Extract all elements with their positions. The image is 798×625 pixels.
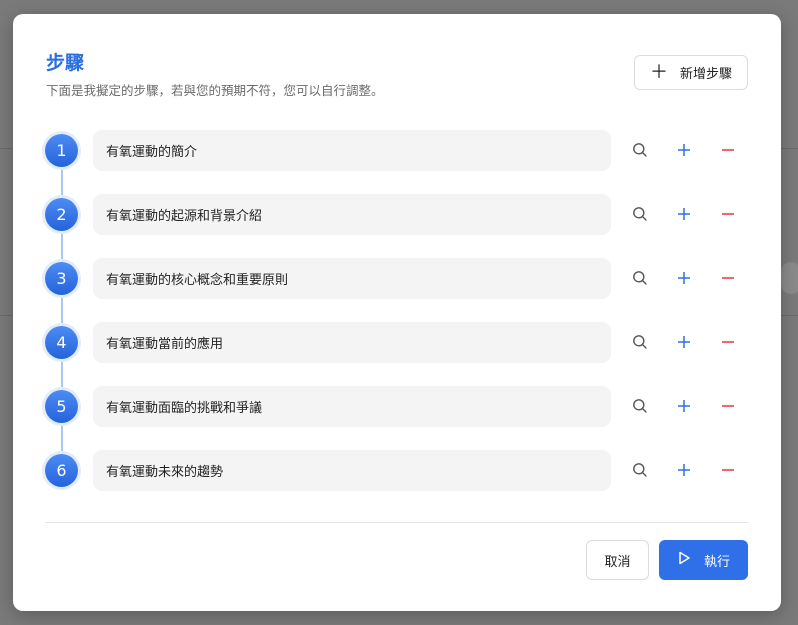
step-text: 有氧運動的核心概念和重要原則 [106, 273, 289, 288]
step-text: 有氧運動當前的應用 [106, 337, 224, 352]
search-icon[interactable] [629, 395, 651, 417]
minus-icon[interactable] [717, 203, 739, 225]
step-number: 6 [45, 454, 78, 487]
step-text-field[interactable]: 有氧運動未來的趨勢 [93, 450, 611, 491]
step-number: 1 [45, 134, 78, 167]
step-text-field[interactable]: 有氧運動當前的應用 [93, 322, 611, 363]
step-number: 5 [45, 390, 78, 423]
step-text-field[interactable]: 有氧運動的起源和背景介紹 [93, 194, 611, 235]
plus-icon[interactable] [673, 267, 695, 289]
step-text-field[interactable]: 有氧運動面臨的挑戰和爭議 [93, 386, 611, 427]
step-text: 有氧運動面臨的挑戰和爭議 [106, 401, 263, 416]
plus-icon[interactable] [673, 203, 695, 225]
plus-icon[interactable] [673, 395, 695, 417]
step-row: 4 有氧運動當前的應用 [45, 322, 751, 364]
play-icon [677, 551, 691, 569]
minus-icon[interactable] [717, 459, 739, 481]
minus-icon[interactable] [717, 267, 739, 289]
run-label: 執行 [703, 554, 730, 570]
cancel-button[interactable]: 取消 [586, 540, 649, 580]
search-icon[interactable] [629, 331, 651, 353]
bg-divider [0, 148, 13, 149]
minus-icon[interactable] [717, 139, 739, 161]
dialog-subtitle: 下面是我擬定的步驟，若與您的預期不符，您可以自行調整。 [46, 83, 384, 98]
step-row: 3 有氧運動的核心概念和重要原則 [45, 258, 751, 300]
step-text: 有氧運動的簡介 [106, 145, 198, 160]
plus-icon[interactable] [673, 139, 695, 161]
add-step-button[interactable]: ＋ 新增步驟 [634, 55, 748, 90]
step-text: 有氧運動未來的趨勢 [106, 465, 224, 480]
step-number: 4 [45, 326, 78, 359]
steps-dialog: 步驟 下面是我擬定的步驟，若與您的預期不符，您可以自行調整。 ＋ 新增步驟 1 … [13, 14, 781, 611]
search-icon[interactable] [629, 139, 651, 161]
footer-divider [45, 522, 748, 523]
run-button[interactable]: 執行 [659, 540, 748, 580]
step-row: 5 有氧運動面臨的挑戰和爭議 [45, 386, 751, 428]
dialog-title: 步驟 [46, 52, 85, 74]
step-text: 有氧運動的起源和背景介紹 [106, 209, 263, 224]
bg-divider [781, 148, 798, 149]
step-text-field[interactable]: 有氧運動的核心概念和重要原則 [93, 258, 611, 299]
add-step-label: 新增步驟 [679, 67, 732, 82]
step-row: 2 有氧運動的起源和背景介紹 [45, 194, 751, 236]
search-icon[interactable] [629, 203, 651, 225]
search-icon[interactable] [629, 459, 651, 481]
step-number: 3 [45, 262, 78, 295]
step-row: 6 有氧運動未來的趨勢 [45, 450, 751, 492]
minus-icon[interactable] [717, 395, 739, 417]
bg-divider [781, 315, 798, 316]
search-icon[interactable] [629, 267, 651, 289]
minus-icon[interactable] [717, 331, 739, 353]
step-text-field[interactable]: 有氧運動的簡介 [93, 130, 611, 171]
plus-icon: ＋ [649, 61, 668, 83]
bg-input [781, 262, 798, 294]
plus-icon[interactable] [673, 331, 695, 353]
plus-icon[interactable] [673, 459, 695, 481]
step-number: 2 [45, 198, 78, 231]
bg-divider [0, 315, 13, 316]
step-row: 1 有氧運動的簡介 [45, 130, 751, 172]
